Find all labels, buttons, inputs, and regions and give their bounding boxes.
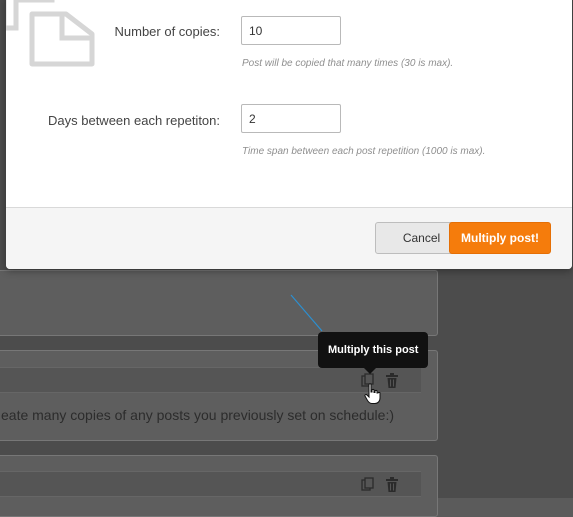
copies-label: Number of copies: bbox=[114, 24, 221, 39]
hand-cursor-icon bbox=[364, 383, 381, 404]
multiply-post-modal: Number of copies: Post will be copied th… bbox=[6, 0, 572, 269]
modal-body: Number of copies: Post will be copied th… bbox=[6, 0, 572, 207]
multiply-post-button[interactable]: Multiply post! bbox=[449, 222, 551, 254]
copies-hint: Post will be copied that many times (30 … bbox=[242, 58, 454, 69]
copy-document-icon bbox=[6, 0, 95, 67]
copies-input[interactable] bbox=[241, 16, 341, 45]
days-hint: Time span between each post repetition (… bbox=[242, 146, 486, 157]
days-label: Days between each repetiton: bbox=[48, 113, 220, 128]
days-input[interactable] bbox=[241, 104, 341, 133]
multiply-tooltip: Multiply this post bbox=[318, 332, 429, 374]
